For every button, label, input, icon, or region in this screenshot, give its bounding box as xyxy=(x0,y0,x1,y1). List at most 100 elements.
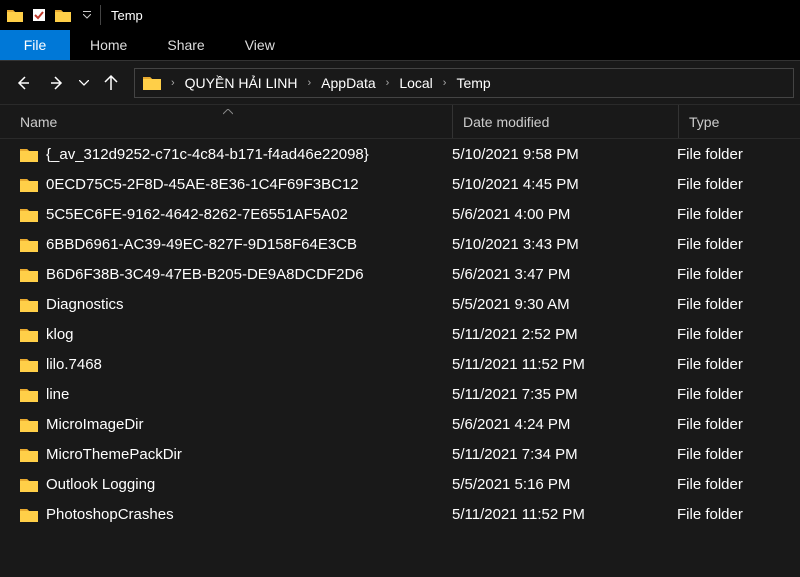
file-name-cell: {_av_312d9252-c71c-4c84-b171-f4ad46e2209… xyxy=(0,146,452,163)
file-name-cell: 0ECD75C5-2F8D-45AE-8E36-1C4F69F3BC12 xyxy=(0,176,452,193)
title-separator xyxy=(100,5,101,25)
file-name-cell: klog xyxy=(0,326,452,343)
breadcrumb-segment[interactable]: AppData xyxy=(317,75,379,91)
folder-icon xyxy=(20,507,46,522)
file-type-cell: File folder xyxy=(677,146,800,163)
breadcrumb-chevron[interactable]: › xyxy=(437,77,453,89)
file-date-cell: 5/10/2021 3:43 PM xyxy=(452,236,677,253)
file-name-cell: Outlook Logging xyxy=(0,476,452,493)
ribbon-file-tab[interactable]: File xyxy=(0,30,70,60)
file-date-cell: 5/5/2021 5:16 PM xyxy=(452,476,677,493)
file-name-cell: 5C5EC6FE-9162-4642-8262-7E6551AF5A02 xyxy=(0,206,452,223)
file-name-text: 6BBD6961-AC39-49EC-827F-9D158F64E3CB xyxy=(46,236,357,253)
file-name-text: MicroThemePackDir xyxy=(46,446,182,463)
file-date-cell: 5/6/2021 3:47 PM xyxy=(452,266,677,283)
folder-icon xyxy=(20,237,46,252)
file-name-text: 5C5EC6FE-9162-4642-8262-7E6551AF5A02 xyxy=(46,206,348,223)
file-name-text: 0ECD75C5-2F8D-45AE-8E36-1C4F69F3BC12 xyxy=(46,176,359,193)
file-name-cell: MicroImageDir xyxy=(0,416,452,433)
folder-icon xyxy=(20,327,46,342)
table-row[interactable]: PhotoshopCrashes 5/11/2021 11:52 PMFile f… xyxy=(0,499,800,529)
folder-icon xyxy=(20,447,46,462)
customize-quick-access-dropdown[interactable] xyxy=(78,6,96,24)
file-name-text: lilo.7468 xyxy=(46,356,102,373)
file-list: {_av_312d9252-c71c-4c84-b171-f4ad46e2209… xyxy=(0,139,800,529)
file-name-cell: PhotoshopCrashes xyxy=(0,506,452,523)
file-name-text: B6D6F38B-3C49-47EB-B205-DE9A8DCDF2D6 xyxy=(46,266,364,283)
file-date-cell: 5/11/2021 7:35 PM xyxy=(452,386,677,403)
table-row[interactable]: Diagnostics 5/5/2021 9:30 AMFile folder xyxy=(0,289,800,319)
table-row[interactable]: line5/11/2021 7:35 PMFile folder xyxy=(0,379,800,409)
file-name-cell: 6BBD6961-AC39-49EC-827F-9D158F64E3CB xyxy=(0,236,452,253)
folder-icon xyxy=(143,75,161,90)
file-name-cell: line xyxy=(0,386,452,403)
file-type-cell: File folder xyxy=(677,296,800,313)
file-date-cell: 5/11/2021 11:52 PM xyxy=(452,506,677,523)
ribbon-tab-share[interactable]: Share xyxy=(147,30,224,60)
breadcrumb-chevron[interactable]: › xyxy=(380,77,396,89)
column-header-type[interactable]: Type xyxy=(679,114,800,130)
folder-icon xyxy=(20,147,46,162)
table-row[interactable]: lilo.74685/11/2021 11:52 PMFile folder xyxy=(0,349,800,379)
table-row[interactable]: klog5/11/2021 2:52 PMFile folder xyxy=(0,319,800,349)
file-name-cell: B6D6F38B-3C49-47EB-B205-DE9A8DCDF2D6 xyxy=(0,266,452,283)
file-name-text: klog xyxy=(46,326,74,343)
recent-locations-dropdown[interactable] xyxy=(74,66,94,100)
table-row[interactable]: 0ECD75C5-2F8D-45AE-8E36-1C4F69F3BC12 5/10… xyxy=(0,169,800,199)
file-date-cell: 5/6/2021 4:00 PM xyxy=(452,206,677,223)
file-type-cell: File folder xyxy=(677,266,800,283)
folder-icon xyxy=(20,477,46,492)
save-icon[interactable] xyxy=(30,6,48,24)
ribbon: File Home Share View xyxy=(0,30,800,60)
table-row[interactable]: Outlook Logging 5/5/2021 5:16 PMFile fold… xyxy=(0,469,800,499)
column-header-date[interactable]: Date modified xyxy=(453,114,678,130)
breadcrumb-segment[interactable]: Local xyxy=(395,75,436,91)
navigation-bar: › QUYỀN HẢI LINH › AppData › Local › Tem… xyxy=(0,61,800,105)
up-button[interactable] xyxy=(94,66,128,100)
folder-icon xyxy=(20,177,46,192)
breadcrumb-segment[interactable]: QUYỀN HẢI LINH xyxy=(181,75,302,91)
folder-icon xyxy=(20,417,46,432)
file-name-text: PhotoshopCrashes xyxy=(46,506,174,523)
file-date-cell: 5/11/2021 7:34 PM xyxy=(452,446,677,463)
file-date-cell: 5/5/2021 9:30 AM xyxy=(452,296,677,313)
forward-button[interactable] xyxy=(40,66,74,100)
folder-icon xyxy=(20,357,46,372)
file-name-text: Diagnostics xyxy=(46,296,124,313)
file-date-cell: 5/10/2021 4:45 PM xyxy=(452,176,677,193)
back-button[interactable] xyxy=(6,66,40,100)
ribbon-tab-view[interactable]: View xyxy=(225,30,295,60)
address-bar[interactable]: › QUYỀN HẢI LINH › AppData › Local › Tem… xyxy=(134,68,794,98)
breadcrumb-chevron[interactable]: › xyxy=(165,77,181,89)
file-name-cell: MicroThemePackDir xyxy=(0,446,452,463)
file-name-text: Outlook Logging xyxy=(46,476,155,493)
breadcrumb-chevron[interactable]: › xyxy=(301,77,317,89)
table-row[interactable]: 6BBD6961-AC39-49EC-827F-9D158F64E3CB 5/10… xyxy=(0,229,800,259)
table-row[interactable]: 5C5EC6FE-9162-4642-8262-7E6551AF5A02 5/6/… xyxy=(0,199,800,229)
file-name-cell: Diagnostics xyxy=(0,296,452,313)
file-type-cell: File folder xyxy=(677,206,800,223)
breadcrumb-segment[interactable]: Temp xyxy=(452,75,494,91)
table-row[interactable]: MicroImageDir5/6/2021 4:24 PMFile folder xyxy=(0,409,800,439)
window-title: Temp xyxy=(111,8,143,23)
file-type-cell: File folder xyxy=(677,386,800,403)
file-type-cell: File folder xyxy=(677,236,800,253)
file-type-cell: File folder xyxy=(677,506,800,523)
folder-icon xyxy=(20,207,46,222)
file-name-text: {_av_312d9252-c71c-4c84-b171-f4ad46e2209… xyxy=(46,146,369,163)
file-type-cell: File folder xyxy=(677,476,800,493)
file-date-cell: 5/11/2021 2:52 PM xyxy=(452,326,677,343)
title-bar: Temp xyxy=(0,0,800,30)
file-type-cell: File folder xyxy=(677,416,800,433)
folder-icon xyxy=(6,6,24,24)
file-name-text: MicroImageDir xyxy=(46,416,144,433)
ribbon-tab-home[interactable]: Home xyxy=(70,30,147,60)
file-type-cell: File folder xyxy=(677,176,800,193)
table-row[interactable]: {_av_312d9252-c71c-4c84-b171-f4ad46e2209… xyxy=(0,139,800,169)
file-date-cell: 5/11/2021 11:52 PM xyxy=(452,356,677,373)
table-row[interactable]: MicroThemePackDir5/11/2021 7:34 PMFile f… xyxy=(0,439,800,469)
table-row[interactable]: B6D6F38B-3C49-47EB-B205-DE9A8DCDF2D6 5/6/… xyxy=(0,259,800,289)
folder-icon xyxy=(20,297,46,312)
column-headers: Name Date modified Type xyxy=(0,105,800,139)
folder-icon xyxy=(20,387,46,402)
